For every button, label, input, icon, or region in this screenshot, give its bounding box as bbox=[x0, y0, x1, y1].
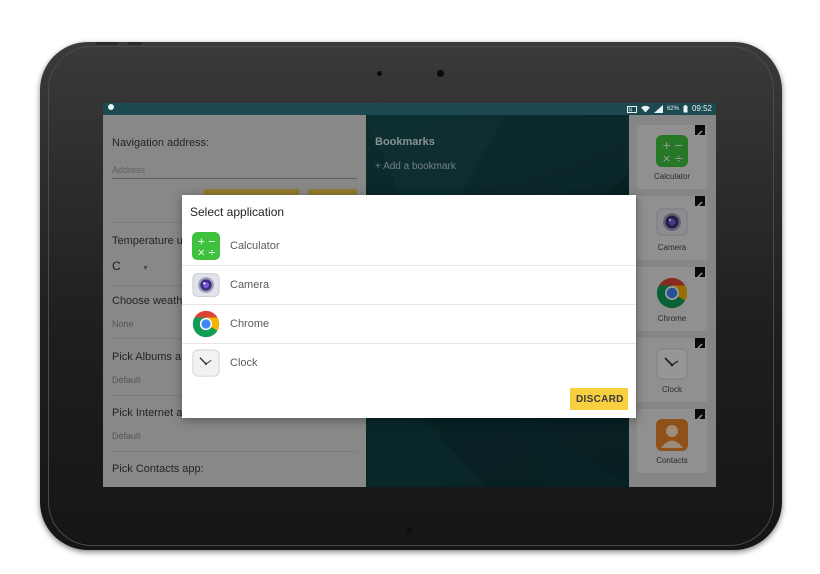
front-camera bbox=[437, 70, 444, 77]
tablet-screen: N 62% 09:52 Navigation address: Address … bbox=[103, 103, 716, 487]
svg-text:+: + bbox=[197, 236, 205, 247]
svg-text:N: N bbox=[628, 107, 632, 113]
calculator-icon: + − × ÷ bbox=[192, 232, 220, 260]
dialog-item-label: Calculator bbox=[230, 240, 280, 252]
dialog-item-label: Camera bbox=[230, 279, 270, 291]
battery-percent: 62% bbox=[666, 106, 679, 112]
notification-icon bbox=[107, 103, 115, 111]
camera-icon bbox=[192, 273, 220, 297]
power-button bbox=[128, 42, 142, 45]
battery-icon bbox=[683, 105, 688, 113]
wifi-icon bbox=[640, 105, 650, 113]
clock-icon bbox=[192, 349, 220, 377]
status-bar: N 62% 09:52 bbox=[103, 103, 716, 115]
signal-icon bbox=[653, 105, 663, 113]
status-time: 09:52 bbox=[691, 104, 712, 113]
svg-text:×: × bbox=[197, 248, 205, 259]
dialog-item-calculator[interactable]: + − × ÷ Calculator bbox=[182, 227, 636, 265]
svg-text:−: − bbox=[208, 236, 216, 247]
select-application-dialog: Select application + − × ÷ Calculator Ca… bbox=[182, 195, 636, 418]
discard-button[interactable]: DISCARD bbox=[570, 388, 628, 410]
chrome-icon bbox=[192, 310, 220, 338]
dialog-item-label: Chrome bbox=[230, 318, 270, 330]
bottom-mic bbox=[407, 528, 412, 533]
dialog-item-chrome[interactable]: Chrome bbox=[182, 305, 636, 343]
dialog-item-label: Clock bbox=[230, 357, 258, 369]
sensor-dot bbox=[377, 71, 382, 76]
volume-button bbox=[96, 42, 118, 45]
dialog-title: Select application bbox=[190, 205, 285, 219]
nfc-icon: N bbox=[626, 105, 637, 113]
dialog-item-clock[interactable]: Clock bbox=[182, 344, 636, 382]
dialog-item-camera[interactable]: Camera bbox=[182, 266, 636, 304]
svg-text:÷: ÷ bbox=[208, 248, 216, 259]
